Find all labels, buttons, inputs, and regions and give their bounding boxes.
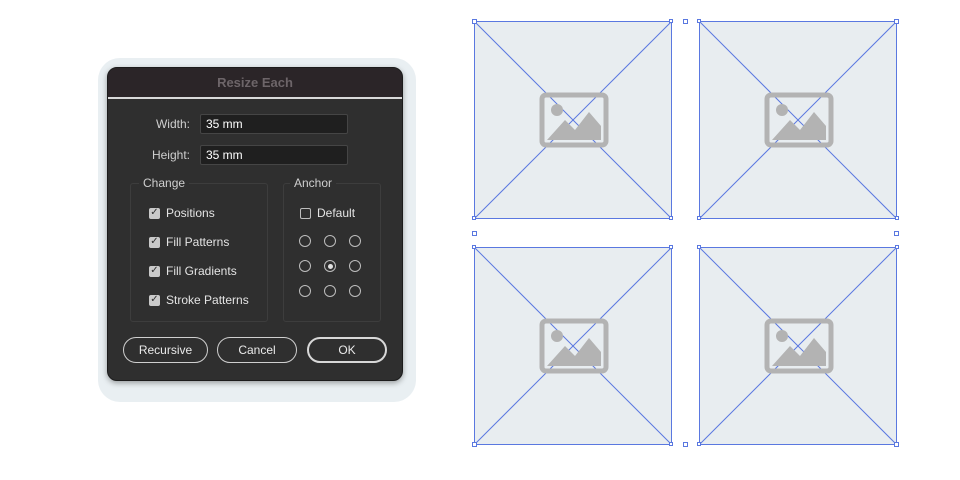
default-checkbox[interactable]: [300, 207, 311, 219]
selection-handle-top-left[interactable]: [472, 19, 477, 24]
anchor-bottom-right-radio[interactable]: [349, 285, 361, 297]
selection-handle-bottom-left[interactable]: [472, 442, 477, 447]
positions-checkbox[interactable]: ✓: [149, 207, 160, 219]
anchor-top-right-radio[interactable]: [349, 235, 361, 247]
default-label: Default: [317, 206, 356, 220]
stroke-patterns-checkbox-row[interactable]: ✓ Stroke Patterns: [149, 293, 249, 307]
selection-handle-top-right[interactable]: [894, 19, 899, 24]
positions-checkbox-row[interactable]: ✓ Positions: [149, 206, 215, 220]
anchor-bottom-left-radio[interactable]: [299, 285, 311, 297]
stroke-patterns-label: Stroke Patterns: [166, 293, 249, 307]
cancel-button[interactable]: Cancel: [217, 337, 297, 363]
selection-handle-bottom-right[interactable]: [894, 442, 899, 447]
default-checkbox-row[interactable]: Default: [300, 206, 355, 220]
change-group-label: Change: [139, 176, 190, 190]
checkmark-icon: ✓: [150, 265, 159, 276]
selection-handle-middle-right[interactable]: [894, 231, 899, 236]
placeholder-graphic: [700, 22, 896, 218]
image-placeholder-tile[interactable]: [474, 21, 672, 219]
fill-gradients-label: Fill Gradients: [166, 264, 237, 278]
resize-each-dialog: Resize Each Width: Height: Change ✓ Posi…: [107, 67, 403, 381]
anchor-point[interactable]: [895, 245, 899, 249]
selection-handle-bottom-center[interactable]: [683, 442, 688, 447]
placeholder-graphic: [475, 248, 671, 444]
fill-gradients-checkbox[interactable]: ✓: [149, 265, 160, 277]
anchor-point[interactable]: [895, 216, 899, 220]
anchor-middle-right-radio[interactable]: [349, 260, 361, 272]
stroke-patterns-checkbox[interactable]: ✓: [149, 294, 160, 306]
anchor-point[interactable]: [697, 216, 701, 220]
image-placeholder-icon: [539, 92, 609, 148]
fill-patterns-checkbox[interactable]: ✓: [149, 236, 160, 248]
fill-gradients-checkbox-row[interactable]: ✓ Fill Gradients: [149, 264, 237, 278]
image-placeholder-tile[interactable]: [699, 21, 897, 219]
selection-handle-top-center[interactable]: [683, 19, 688, 24]
anchor-point[interactable]: [669, 245, 673, 249]
checkmark-icon: ✓: [150, 294, 159, 305]
image-placeholder-icon: [764, 318, 834, 374]
anchor-point[interactable]: [669, 442, 673, 446]
anchor-point[interactable]: [472, 216, 476, 220]
width-label: Width:: [155, 117, 190, 131]
ok-button[interactable]: OK: [307, 337, 387, 363]
anchor-point[interactable]: [669, 216, 673, 220]
radio-selected-dot: [327, 263, 333, 269]
recursive-button[interactable]: Recursive: [123, 337, 208, 363]
anchor-bottom-center-radio[interactable]: [324, 285, 336, 297]
image-placeholder-icon: [539, 318, 609, 374]
placeholder-graphic: [700, 248, 896, 444]
anchor-group-label: Anchor: [290, 176, 337, 190]
anchor-top-center-radio[interactable]: [324, 235, 336, 247]
dialog-titlebar[interactable]: Resize Each: [108, 68, 402, 99]
checkmark-icon: ✓: [150, 236, 159, 247]
width-field[interactable]: [200, 114, 348, 134]
anchor-middle-left-radio[interactable]: [299, 260, 311, 272]
anchor-point[interactable]: [697, 19, 701, 23]
anchor-top-left-radio[interactable]: [299, 235, 311, 247]
anchor-group: [283, 183, 381, 322]
fill-patterns-label: Fill Patterns: [166, 235, 230, 249]
image-placeholder-icon: [764, 92, 834, 148]
image-placeholder-tile[interactable]: [699, 247, 897, 445]
anchor-center-radio[interactable]: [324, 260, 336, 272]
dialog-title: Resize Each: [217, 75, 293, 90]
width-row: Width:: [108, 114, 348, 134]
anchor-point[interactable]: [669, 19, 673, 23]
height-field[interactable]: [200, 145, 348, 165]
anchor-point[interactable]: [472, 245, 476, 249]
placeholder-graphic: [475, 22, 671, 218]
anchor-point[interactable]: [697, 442, 701, 446]
positions-label: Positions: [166, 206, 215, 220]
height-row: Height:: [108, 145, 348, 165]
selection-handle-middle-left[interactable]: [472, 231, 477, 236]
image-placeholder-tile[interactable]: [474, 247, 672, 445]
height-label: Height:: [151, 148, 190, 162]
checkmark-icon: ✓: [150, 207, 159, 218]
anchor-point[interactable]: [697, 245, 701, 249]
fill-patterns-checkbox-row[interactable]: ✓ Fill Patterns: [149, 235, 229, 249]
